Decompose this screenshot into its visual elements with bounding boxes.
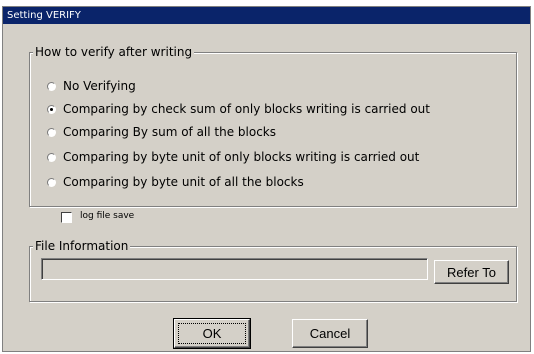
file-path-field[interactable] <box>41 258 428 280</box>
radio-label: Comparing by byte unit of only blocks wr… <box>63 150 420 164</box>
file-information-legend: File Information <box>33 238 131 254</box>
radio-button-icon[interactable] <box>47 81 56 91</box>
ok-button-focus-rect <box>178 323 246 344</box>
verify-method-legend: How to verify after writing <box>33 44 195 60</box>
radio-button-icon[interactable] <box>47 127 56 137</box>
radio-button-icon[interactable] <box>47 152 56 162</box>
radio-checksum-written-blocks[interactable]: Comparing by check sum of only blocks wr… <box>47 101 430 117</box>
log-file-save-label: log file save <box>80 211 135 221</box>
cancel-button[interactable]: Cancel <box>292 319 368 348</box>
radio-label: No Verifying <box>63 79 136 93</box>
radio-no-verifying[interactable]: No Verifying <box>47 78 136 94</box>
radio-label: Comparing by byte unit of all the blocks <box>63 175 304 189</box>
radio-byte-written-blocks[interactable]: Comparing by byte unit of only blocks wr… <box>47 149 419 165</box>
radio-sum-all-blocks[interactable]: Comparing By sum of all the blocks <box>47 124 276 140</box>
radio-button-selected-icon[interactable] <box>47 104 56 114</box>
radio-label: Comparing by check sum of only blocks wr… <box>63 102 430 116</box>
radio-button-icon[interactable] <box>47 177 56 187</box>
window-title: Setting VERIFY <box>3 7 530 24</box>
radio-byte-all-blocks[interactable]: Comparing by byte unit of all the blocks <box>47 174 304 190</box>
radio-label: Comparing By sum of all the blocks <box>63 125 277 139</box>
log-file-save-checkbox[interactable] <box>61 212 72 223</box>
refer-to-button[interactable]: Refer To <box>434 260 509 284</box>
ok-button[interactable]: OK <box>173 318 251 349</box>
